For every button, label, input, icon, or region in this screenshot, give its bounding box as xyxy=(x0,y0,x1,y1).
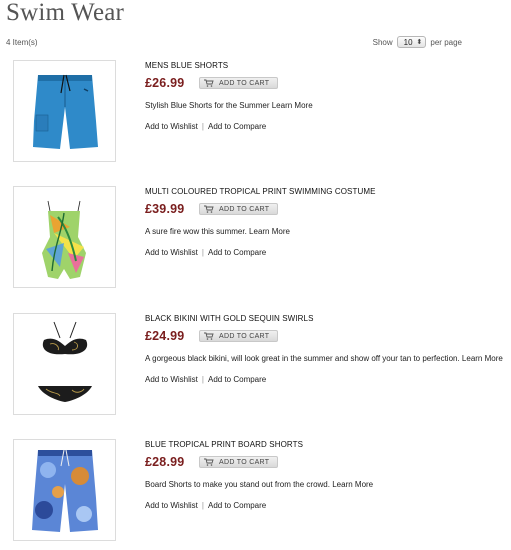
product-item: BLACK BIKINI WITH GOLD SEQUIN SWIRLS £24… xyxy=(13,313,503,415)
description-text: A sure fire wow this summer. xyxy=(145,227,247,236)
add-to-wishlist-link[interactable]: Add to Wishlist xyxy=(145,122,198,131)
add-to-wishlist-link[interactable]: Add to Wishlist xyxy=(145,375,198,384)
product-info: BLUE TROPICAL PRINT BOARD SHORTS £28.99 … xyxy=(145,439,505,510)
product-actions: Add to Wishlist | Add to Compare xyxy=(145,375,267,384)
product-item: MULTI COLOURED TROPICAL PRINT SWIMMING C… xyxy=(13,186,503,288)
per-page-select[interactable]: 10 ⬍ xyxy=(396,36,427,48)
product-actions: Add to Wishlist | Add to Compare xyxy=(145,122,267,131)
description-text: Board Shorts to make you stand out from … xyxy=(145,480,330,489)
shopping-cart-icon xyxy=(204,205,214,213)
add-to-compare-link[interactable]: Add to Compare xyxy=(208,122,266,131)
updown-arrows-icon: ⬍ xyxy=(416,38,423,46)
show-label: Show xyxy=(372,37,393,47)
per-page-suffix: per page xyxy=(430,37,462,47)
add-to-cart-label: ADD TO CART xyxy=(219,458,270,466)
product-price: £28.99 xyxy=(145,455,185,469)
product-actions: Add to Wishlist | Add to Compare xyxy=(145,501,267,510)
product-name[interactable]: BLUE TROPICAL PRINT BOARD SHORTS xyxy=(145,440,505,449)
shopping-cart-icon xyxy=(204,458,214,466)
product-name[interactable]: MENS BLUE SHORTS xyxy=(145,61,505,70)
product-description: A sure fire wow this summer. Learn More xyxy=(145,226,505,237)
product-description: Board Shorts to make you stand out from … xyxy=(145,479,505,490)
add-to-cart-label: ADD TO CART xyxy=(219,79,270,87)
product-info: BLACK BIKINI WITH GOLD SEQUIN SWIRLS £24… xyxy=(145,313,505,384)
add-to-compare-link[interactable]: Add to Compare xyxy=(208,375,266,384)
product-name[interactable]: BLACK BIKINI WITH GOLD SEQUIN SWIRLS xyxy=(145,314,505,323)
product-description: Stylish Blue Shorts for the Summer Learn… xyxy=(145,100,505,111)
add-to-wishlist-link[interactable]: Add to Wishlist xyxy=(145,501,198,510)
add-to-compare-link[interactable]: Add to Compare xyxy=(208,501,266,510)
product-price: £39.99 xyxy=(145,202,185,216)
board-shorts-image xyxy=(32,449,98,532)
learn-more-link[interactable]: Learn More xyxy=(249,227,290,236)
product-price: £24.99 xyxy=(145,329,185,343)
add-to-cart-label: ADD TO CART xyxy=(219,332,270,340)
per-page-control: Show 10 ⬍ per page xyxy=(373,36,462,48)
item-count: 4 Item(s) xyxy=(6,38,38,47)
add-to-cart-button[interactable]: ADD TO CART xyxy=(199,330,279,342)
add-to-cart-label: ADD TO CART xyxy=(219,205,270,213)
product-image[interactable] xyxy=(13,313,116,415)
learn-more-link[interactable]: Learn More xyxy=(462,354,503,363)
description-text: A gorgeous black bikini, will look great… xyxy=(145,354,460,363)
toolbar: 4 Item(s) Show 10 ⬍ per page xyxy=(6,36,476,50)
page-title: Swim Wear xyxy=(6,0,125,26)
product-info: MENS BLUE SHORTS £26.99 ADD TO CART Styl… xyxy=(145,60,505,131)
product-image[interactable] xyxy=(13,439,116,541)
product-description: A gorgeous black bikini, will look great… xyxy=(145,353,505,364)
product-actions: Add to Wishlist | Add to Compare xyxy=(145,248,267,257)
product-image[interactable] xyxy=(13,60,116,162)
shopping-cart-icon xyxy=(204,332,214,340)
add-to-cart-button[interactable]: ADD TO CART xyxy=(199,203,279,215)
price-row: £28.99 ADD TO CART xyxy=(145,455,505,469)
product-info: MULTI COLOURED TROPICAL PRINT SWIMMING C… xyxy=(145,186,505,257)
description-text: Stylish Blue Shorts for the Summer xyxy=(145,101,270,110)
learn-more-link[interactable]: Learn More xyxy=(272,101,313,110)
add-to-cart-button[interactable]: ADD TO CART xyxy=(199,456,279,468)
product-name[interactable]: MULTI COLOURED TROPICAL PRINT SWIMMING C… xyxy=(145,187,505,196)
learn-more-link[interactable]: Learn More xyxy=(332,480,373,489)
black-bikini-image xyxy=(38,321,92,402)
price-row: £39.99 ADD TO CART xyxy=(145,202,505,216)
tropical-costume-image xyxy=(42,200,86,279)
price-row: £26.99 ADD TO CART xyxy=(145,76,505,90)
shopping-cart-icon xyxy=(204,79,214,87)
product-image[interactable] xyxy=(13,186,116,288)
product-item: BLUE TROPICAL PRINT BOARD SHORTS £28.99 … xyxy=(13,439,503,541)
blue-shorts-image xyxy=(33,74,98,149)
price-row: £24.99 ADD TO CART xyxy=(145,329,505,343)
add-to-cart-button[interactable]: ADD TO CART xyxy=(199,77,279,89)
per-page-value: 10 xyxy=(403,37,413,47)
product-price: £26.99 xyxy=(145,76,185,90)
product-item: MENS BLUE SHORTS £26.99 ADD TO CART Styl… xyxy=(13,60,503,162)
add-to-compare-link[interactable]: Add to Compare xyxy=(208,248,266,257)
add-to-wishlist-link[interactable]: Add to Wishlist xyxy=(145,248,198,257)
